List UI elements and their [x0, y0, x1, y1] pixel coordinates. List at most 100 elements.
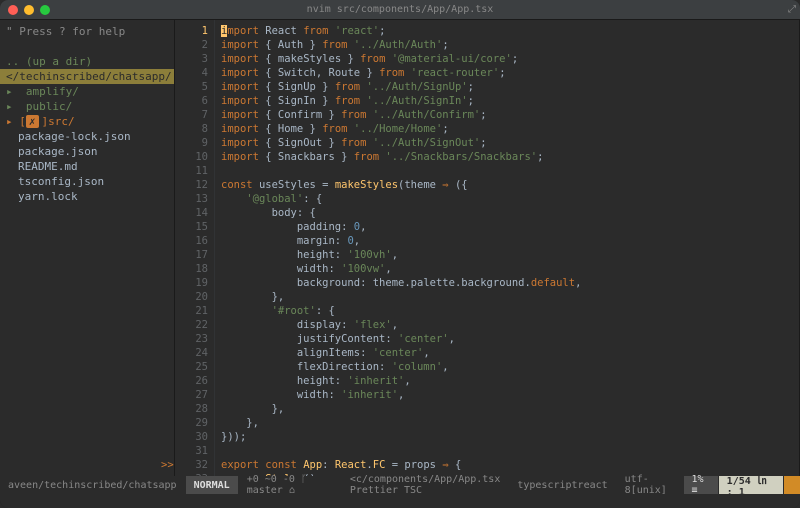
- status-cwd: aveen/techinscribed/chatsapp: [0, 476, 186, 494]
- line-number: 14: [175, 206, 208, 220]
- tree-item[interactable]: ▸ amplify/: [0, 84, 174, 99]
- tree-item[interactable]: ▸ [✗]src/: [0, 114, 174, 129]
- tree-help: " Press ? for help: [0, 24, 174, 39]
- tree-item[interactable]: README.md: [0, 159, 174, 174]
- tree-updir[interactable]: .. (up a dir): [0, 54, 174, 69]
- line-number: 12: [175, 178, 208, 192]
- code-line[interactable]: background: theme.palette.background.def…: [221, 276, 794, 290]
- status-position: 1/54 ㏑ : 1: [719, 476, 784, 494]
- code-line[interactable]: },: [221, 416, 794, 430]
- code-line[interactable]: display: 'flex',: [221, 318, 794, 332]
- line-number: 29: [175, 416, 208, 430]
- line-number: 15: [175, 220, 208, 234]
- code-line[interactable]: }));: [221, 430, 794, 444]
- tree-blank: [0, 39, 174, 54]
- line-number: 19: [175, 276, 208, 290]
- line-number: 10: [175, 150, 208, 164]
- code-line[interactable]: import React from 'react';: [221, 24, 794, 38]
- line-number-gutter: 1234567891011121314151617181920212223242…: [175, 20, 215, 476]
- minimize-icon[interactable]: [24, 5, 34, 15]
- code-line[interactable]: import { Switch, Route } from 'react-rou…: [221, 66, 794, 80]
- file-tree[interactable]: " Press ? for help .. (up a dir) </techi…: [0, 20, 175, 476]
- statusline: aveen/techinscribed/chatsapp NORMAL +0 ~…: [0, 476, 800, 494]
- line-number: 2: [175, 38, 208, 52]
- code-line[interactable]: import { makeStyles } from '@material-ui…: [221, 52, 794, 66]
- resize-icon[interactable]: ⤢: [788, 4, 796, 15]
- line-number: 9: [175, 136, 208, 150]
- zoom-icon[interactable]: [40, 5, 50, 15]
- code-line[interactable]: alignItems: 'center',: [221, 346, 794, 360]
- code-line[interactable]: justifyContent: 'center',: [221, 332, 794, 346]
- editor-body: " Press ? for help .. (up a dir) </techi…: [0, 20, 800, 476]
- code-line[interactable]: [221, 444, 794, 458]
- tree-item[interactable]: yarn.lock: [0, 189, 174, 204]
- code-line[interactable]: import { SignOut } from '../Auth/SignOut…: [221, 136, 794, 150]
- code-line[interactable]: '@global': {: [221, 192, 794, 206]
- line-number: 1: [175, 24, 208, 38]
- close-icon[interactable]: [8, 5, 18, 15]
- code-line[interactable]: height: '100vh',: [221, 248, 794, 262]
- code-line[interactable]: height: 'inherit',: [221, 374, 794, 388]
- status-file: <c/components/App/App.tsx Prettier TSC: [342, 476, 510, 494]
- line-number: 22: [175, 318, 208, 332]
- code-line[interactable]: padding: 0,: [221, 220, 794, 234]
- tree-item[interactable]: package-lock.json: [0, 129, 174, 144]
- line-number: 18: [175, 262, 208, 276]
- tree-root[interactable]: </techinscribed/chatsapp/: [0, 69, 174, 84]
- code-line[interactable]: [221, 164, 794, 178]
- line-number: 33: [175, 472, 208, 476]
- titlebar[interactable]: nvim src/components/App/App.tsx ⤢: [0, 0, 800, 20]
- code-line[interactable]: import { Confirm } from '../Auth/Confirm…: [221, 108, 794, 122]
- line-number: 26: [175, 374, 208, 388]
- tree-item[interactable]: package.json: [0, 144, 174, 159]
- code-line[interactable]: export const App: React.FC = props ⇒ {: [221, 458, 794, 472]
- line-number: 28: [175, 402, 208, 416]
- status-filetype: typescriptreact: [509, 476, 616, 494]
- code-line[interactable]: flexDirection: 'column',: [221, 360, 794, 374]
- code-line[interactable]: const useStyles = makeStyles(theme ⇒ ({: [221, 178, 794, 192]
- line-number: 8: [175, 122, 208, 136]
- code-line[interactable]: },: [221, 290, 794, 304]
- line-number: 21: [175, 304, 208, 318]
- code-line[interactable]: },: [221, 402, 794, 416]
- line-number: 4: [175, 66, 208, 80]
- code-line[interactable]: import { SignIn } from '../Auth/SignIn';: [221, 94, 794, 108]
- line-number: 32: [175, 458, 208, 472]
- traffic-lights: [8, 5, 50, 15]
- line-number: 20: [175, 290, 208, 304]
- status-encoding: utf-8[unix]: [617, 476, 684, 494]
- line-number: 6: [175, 94, 208, 108]
- code-line[interactable]: margin: 0,: [221, 234, 794, 248]
- command-line[interactable]: [0, 494, 800, 508]
- code-line[interactable]: width: 'inherit',: [221, 388, 794, 402]
- line-number: 17: [175, 248, 208, 262]
- tree-item[interactable]: ▸ public/: [0, 99, 174, 114]
- window-title: nvim src/components/App/App.tsx: [307, 4, 494, 15]
- code-line[interactable]: width: '100vw',: [221, 262, 794, 276]
- code-line[interactable]: import { Home } from '../Home/Home';: [221, 122, 794, 136]
- tree-item[interactable]: tsconfig.json: [0, 174, 174, 189]
- status-accent: [784, 476, 800, 494]
- line-number: 31: [175, 444, 208, 458]
- code-line[interactable]: import { Auth } from '../Auth/Auth';: [221, 38, 794, 52]
- code-line[interactable]: import { SignUp } from '../Auth/SignUp';: [221, 80, 794, 94]
- line-number: 11: [175, 164, 208, 178]
- status-mode: NORMAL: [186, 476, 239, 494]
- line-number: 7: [175, 108, 208, 122]
- code-line[interactable]: import { Snackbars } from '../Snackbars/…: [221, 150, 794, 164]
- status-git: +0 ~0 -0 ᚴ master ⌂: [239, 476, 342, 494]
- line-number: 13: [175, 192, 208, 206]
- code-editor[interactable]: import React from 'react';import { Auth …: [215, 20, 800, 476]
- line-number: 5: [175, 80, 208, 94]
- code-line[interactable]: body: {: [221, 206, 794, 220]
- line-number: 16: [175, 234, 208, 248]
- line-number: 3: [175, 52, 208, 66]
- line-number: 24: [175, 346, 208, 360]
- terminal-window: nvim src/components/App/App.tsx ⤢ " Pres…: [0, 0, 800, 508]
- status-percent: 1% ≡: [684, 476, 719, 494]
- line-number: 23: [175, 332, 208, 346]
- line-number: 25: [175, 360, 208, 374]
- line-number: 30: [175, 430, 208, 444]
- line-number: 27: [175, 388, 208, 402]
- code-line[interactable]: '#root': {: [221, 304, 794, 318]
